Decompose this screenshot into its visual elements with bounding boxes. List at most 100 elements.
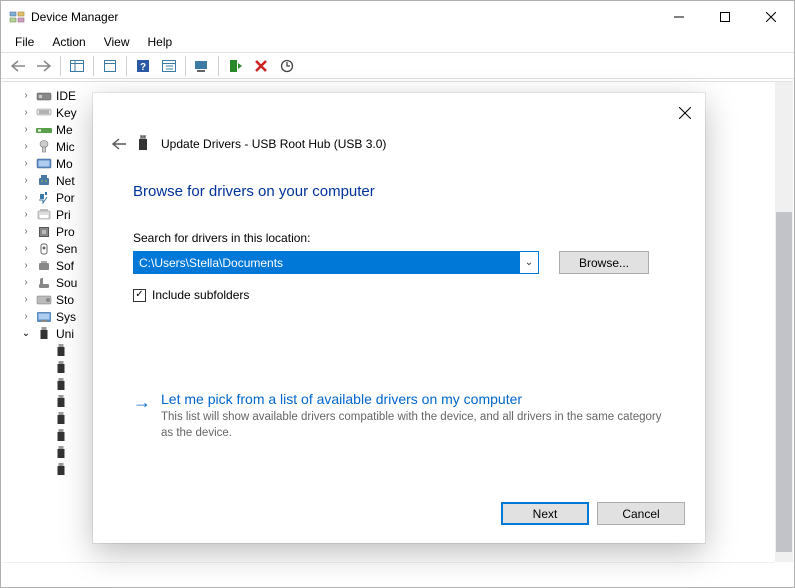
- maximize-button[interactable]: [702, 1, 748, 32]
- tree-item-label: Sou: [56, 276, 77, 290]
- titlebar: Device Manager: [1, 1, 794, 32]
- tree-item-label: Pri: [56, 208, 71, 222]
- pick-description: This list will show available drivers co…: [161, 410, 665, 441]
- usb-icon: [56, 429, 66, 443]
- chevron-right-icon[interactable]: ›: [20, 158, 32, 169]
- tree-item-label: IDE: [56, 89, 76, 103]
- chevron-right-icon[interactable]: ›: [20, 90, 32, 101]
- category-icon: [36, 276, 52, 290]
- toolbar: ?: [1, 52, 794, 79]
- tree-item-label: Sen: [56, 242, 77, 256]
- tree-item-label: Me: [56, 123, 73, 137]
- arrow-right-icon: →: [133, 393, 151, 411]
- scroll-thumb[interactable]: [776, 212, 792, 552]
- window-title: Device Manager: [31, 10, 656, 24]
- usb-icon: [56, 463, 66, 477]
- category-icon: [36, 106, 52, 120]
- chevron-down-icon[interactable]: ⌄: [520, 257, 538, 268]
- vertical-scrollbar[interactable]: [775, 82, 793, 562]
- category-icon: [36, 208, 52, 222]
- tree-item-label: Net: [56, 174, 75, 188]
- update-drivers-dialog: Update Drivers - USB Root Hub (USB 3.0) …: [93, 93, 705, 543]
- include-subfolders-checkbox[interactable]: ✓ Include subfolders: [133, 288, 249, 302]
- chevron-right-icon[interactable]: ›: [20, 311, 32, 322]
- tree-item-label: Mo: [56, 157, 73, 171]
- pick-from-list-option[interactable]: → Let me pick from a list of available d…: [133, 391, 665, 441]
- forward-button[interactable]: [32, 54, 56, 78]
- help-button[interactable]: ?: [131, 54, 155, 78]
- tree-item-label: Mic: [56, 140, 75, 154]
- category-icon: [36, 89, 52, 103]
- path-combobox[interactable]: C:\Users\Stella\Documents ⌄: [133, 251, 539, 274]
- dialog-back-button[interactable]: [109, 137, 127, 151]
- enable-button[interactable]: [223, 54, 247, 78]
- scan-button[interactable]: [190, 54, 214, 78]
- app-icon: [9, 9, 25, 25]
- chevron-right-icon[interactable]: ›: [20, 209, 32, 220]
- category-icon: [36, 123, 52, 137]
- usb-icon: [56, 395, 66, 409]
- menubar: File Action View Help: [1, 32, 794, 52]
- usb-icon: [137, 135, 151, 153]
- usb-icon: [56, 361, 66, 375]
- category-icon: [36, 259, 52, 273]
- next-button[interactable]: Next: [501, 502, 589, 525]
- category-icon: [36, 242, 52, 256]
- category-icon: [36, 327, 52, 341]
- menu-view[interactable]: View: [96, 33, 138, 51]
- tree-item-label: Key: [56, 106, 77, 120]
- horizontal-scroll-area: [2, 562, 775, 586]
- usb-icon: [56, 446, 66, 460]
- dialog-close-button[interactable]: [675, 103, 695, 123]
- chevron-right-icon[interactable]: ›: [20, 277, 32, 288]
- usb-icon: [56, 378, 66, 392]
- action-button[interactable]: [157, 54, 181, 78]
- update-button[interactable]: [275, 54, 299, 78]
- menu-help[interactable]: Help: [140, 33, 181, 51]
- dialog-buttons: Next Cancel: [501, 502, 685, 525]
- dialog-heading: Browse for drivers on your computer: [133, 183, 375, 200]
- chevron-right-icon[interactable]: ›: [20, 192, 32, 203]
- chevron-right-icon[interactable]: ›: [20, 107, 32, 118]
- browse-button[interactable]: Browse...: [559, 251, 649, 274]
- chevron-right-icon[interactable]: ›: [20, 141, 32, 152]
- dialog-header: Update Drivers - USB Root Hub (USB 3.0): [109, 135, 386, 153]
- properties-button[interactable]: [98, 54, 122, 78]
- window-controls: [656, 1, 794, 32]
- checkbox-icon[interactable]: ✓: [133, 289, 146, 302]
- device-manager-window: Device Manager File Action View Help ? ›…: [0, 0, 795, 588]
- search-location-label: Search for drivers in this location:: [133, 231, 310, 245]
- menu-file[interactable]: File: [7, 33, 42, 51]
- chevron-right-icon[interactable]: ›: [20, 294, 32, 305]
- include-subfolders-label: Include subfolders: [152, 288, 249, 302]
- tree-item-label: Sto: [56, 293, 74, 307]
- chevron-right-icon[interactable]: ›: [20, 226, 32, 237]
- chevron-right-icon[interactable]: ›: [20, 175, 32, 186]
- svg-text:?: ?: [140, 62, 146, 73]
- path-value[interactable]: C:\Users\Stella\Documents: [134, 252, 520, 273]
- category-icon: [36, 310, 52, 324]
- cancel-button[interactable]: Cancel: [597, 502, 685, 525]
- uninstall-button[interactable]: [249, 54, 273, 78]
- category-icon: [36, 157, 52, 171]
- tree-item-label: Por: [56, 191, 75, 205]
- category-icon: [36, 174, 52, 188]
- tree-item-label: Uni: [56, 327, 74, 341]
- category-icon: [36, 191, 52, 205]
- chevron-right-icon[interactable]: ›: [20, 260, 32, 271]
- minimize-button[interactable]: [656, 1, 702, 32]
- chevron-down-icon[interactable]: ⌄: [20, 328, 32, 339]
- usb-icon: [56, 344, 66, 358]
- chevron-right-icon[interactable]: ›: [20, 124, 32, 135]
- chevron-right-icon[interactable]: ›: [20, 243, 32, 254]
- back-button[interactable]: [6, 54, 30, 78]
- close-button[interactable]: [748, 1, 794, 32]
- pick-title: Let me pick from a list of available dri…: [161, 391, 665, 407]
- usb-icon: [56, 412, 66, 426]
- menu-action[interactable]: Action: [44, 33, 93, 51]
- dialog-title: Update Drivers - USB Root Hub (USB 3.0): [161, 137, 386, 151]
- category-icon: [36, 293, 52, 307]
- show-hide-tree-button[interactable]: [65, 54, 89, 78]
- category-icon: [36, 225, 52, 239]
- tree-item-label: Sys: [56, 310, 76, 324]
